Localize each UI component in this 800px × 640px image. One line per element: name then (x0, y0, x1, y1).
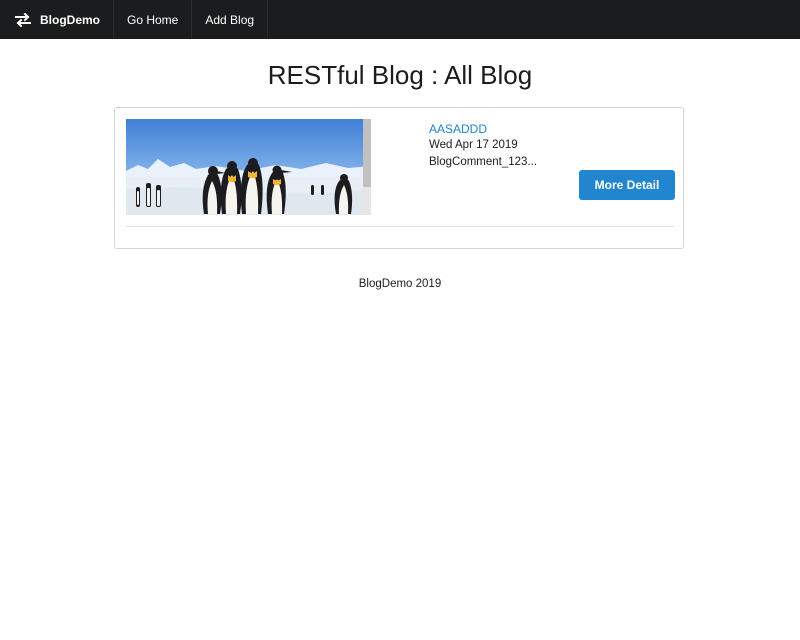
nav-item-add-blog[interactable]: Add Blog (192, 0, 269, 39)
blog-date: Wed Apr 17 2019 (429, 139, 518, 151)
image-scrollbar[interactable] (363, 119, 371, 215)
blog-excerpt: BlogComment_123... (429, 156, 538, 168)
card-divider (126, 226, 674, 227)
penguins-image (126, 119, 371, 215)
exchange-icon (15, 12, 31, 27)
nav-brand[interactable]: BlogDemo (0, 0, 114, 39)
blog-image (126, 119, 371, 215)
more-detail-button[interactable]: More Detail (579, 170, 675, 200)
nav-brand-label: BlogDemo (40, 12, 100, 27)
top-navbar: BlogDemo Go Home Add Blog (0, 0, 800, 39)
footer-text: BlogDemo 2019 (358, 278, 442, 290)
page-title: RESTful Blog : All Blog (267, 60, 533, 90)
nav-item-label: Add Blog (205, 12, 255, 27)
blog-title-link[interactable]: AASADDD (429, 122, 487, 136)
image-scrollbar-thumb[interactable] (363, 119, 371, 187)
blog-card: AASADDD Wed Apr 17 2019 BlogComment_123.… (114, 107, 684, 249)
nav-item-go-home[interactable]: Go Home (114, 0, 193, 39)
nav-item-label: Go Home (127, 12, 179, 27)
